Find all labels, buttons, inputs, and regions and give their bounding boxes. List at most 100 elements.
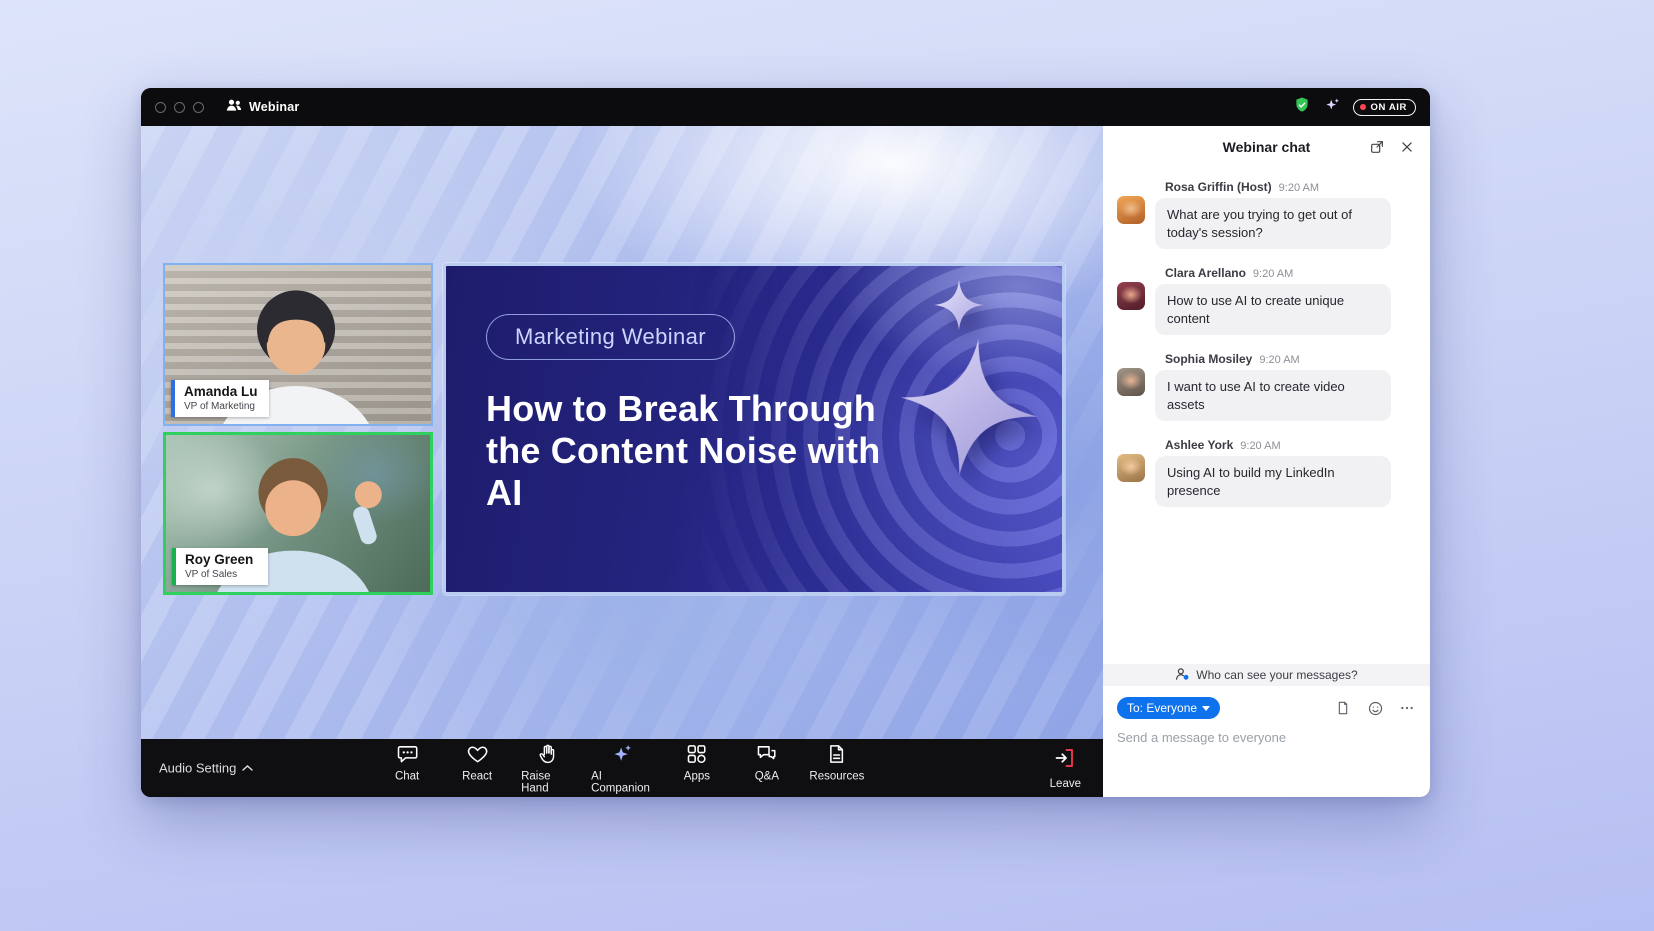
chat-message: Clara Arellano 9:20 AM How to use AI to … bbox=[1117, 266, 1414, 335]
emoji-icon[interactable] bbox=[1366, 699, 1384, 717]
titlebar: Webinar bbox=[141, 88, 1430, 126]
message-author: Ashlee York bbox=[1165, 438, 1233, 452]
chat-message: Sophia Mosiley 9:20 AM I want to use AI … bbox=[1117, 352, 1414, 421]
apps-icon bbox=[685, 742, 708, 766]
speaker-name: Amanda Lu bbox=[184, 384, 258, 400]
message-author: Rosa Griffin (Host) bbox=[1165, 180, 1272, 194]
window-title: Webinar bbox=[249, 100, 300, 114]
chat-message-list: Rosa Griffin (Host) 9:20 AM What are you… bbox=[1103, 168, 1430, 664]
desktop-background: Webinar bbox=[0, 0, 1654, 931]
close-icon[interactable] bbox=[1398, 138, 1416, 156]
ai-companion-titlebar-icon[interactable] bbox=[1323, 96, 1341, 119]
message-bubble: I want to use AI to create video assets bbox=[1155, 370, 1391, 421]
window-zoom-button[interactable] bbox=[193, 102, 204, 113]
app-title-group: Webinar bbox=[226, 98, 300, 117]
avatar-clara-arellano bbox=[1117, 282, 1145, 310]
chat-compose-area: To: Everyone bbox=[1103, 686, 1430, 797]
popout-icon[interactable] bbox=[1368, 138, 1386, 156]
window-body: Amanda Lu VP of Marketing bbox=[141, 126, 1430, 797]
raise-hand-button[interactable]: Raise Hand bbox=[521, 742, 573, 795]
titlebar-right: ON AIR bbox=[1293, 96, 1417, 119]
privacy-person-icon bbox=[1175, 667, 1190, 684]
toolbar-center-group: Chat React bbox=[381, 742, 863, 795]
resources-button[interactable]: Resources bbox=[811, 742, 863, 783]
chat-button[interactable]: Chat bbox=[381, 742, 433, 783]
video-tile-roy-green[interactable]: Roy Green VP of Sales bbox=[163, 432, 433, 595]
avatar-ashlee-york bbox=[1117, 454, 1145, 482]
on-air-badge: ON AIR bbox=[1353, 99, 1417, 116]
window-controls bbox=[155, 102, 204, 113]
window-minimize-button[interactable] bbox=[174, 102, 185, 113]
nametag-amanda: Amanda Lu VP of Marketing bbox=[171, 380, 269, 417]
compose-icons bbox=[1334, 699, 1416, 717]
chat-panel-title: Webinar chat bbox=[1223, 139, 1311, 155]
chat-header: Webinar chat bbox=[1103, 126, 1430, 168]
leave-button[interactable]: Leave bbox=[1050, 746, 1081, 790]
message-time: 9:20 AM bbox=[1279, 182, 1319, 194]
attach-file-icon[interactable] bbox=[1334, 699, 1352, 717]
security-shield-icon[interactable] bbox=[1293, 96, 1311, 119]
privacy-note-text: Who can see your messages? bbox=[1196, 668, 1357, 682]
avatar-rosa-griffin bbox=[1117, 196, 1145, 224]
slide-title: How to Break Through the Content Noise w… bbox=[486, 388, 886, 513]
ai-sparkle-icon bbox=[610, 742, 634, 766]
audio-setting-label: Audio Setting bbox=[159, 761, 236, 776]
audio-setting-button[interactable]: Audio Setting bbox=[159, 761, 253, 776]
raise-hand-label: Raise Hand bbox=[521, 771, 573, 795]
message-bubble: How to use AI to create unique content bbox=[1155, 284, 1391, 335]
on-air-dot bbox=[1360, 104, 1366, 110]
chat-message: Ashlee York 9:20 AM Using AI to build my… bbox=[1117, 438, 1414, 507]
to-everyone-selector[interactable]: To: Everyone bbox=[1117, 697, 1220, 719]
leave-label: Leave bbox=[1050, 778, 1081, 790]
qa-label: Q&A bbox=[755, 771, 779, 783]
react-label: React bbox=[462, 771, 492, 783]
chat-message-input[interactable] bbox=[1117, 730, 1416, 745]
slide-star-decoration-small bbox=[934, 280, 984, 330]
chat-icon bbox=[396, 742, 419, 766]
chat-label: Chat bbox=[395, 771, 419, 783]
message-time: 9:20 AM bbox=[1259, 354, 1299, 366]
resources-icon bbox=[825, 742, 848, 766]
raise-hand-icon bbox=[536, 742, 559, 766]
message-time: 9:20 AM bbox=[1253, 268, 1293, 280]
message-bubble: Using AI to build my LinkedIn presence bbox=[1155, 456, 1391, 507]
heart-icon bbox=[466, 742, 489, 766]
participants-icon bbox=[226, 98, 242, 117]
apps-label: Apps bbox=[684, 771, 710, 783]
main-stage: Amanda Lu VP of Marketing bbox=[141, 126, 1103, 797]
resources-label: Resources bbox=[809, 771, 864, 783]
leave-icon bbox=[1053, 746, 1077, 773]
chat-header-icons bbox=[1368, 126, 1416, 168]
slide-badge: Marketing Webinar bbox=[486, 314, 735, 360]
webinar-chat-panel: Webinar chat bbox=[1103, 126, 1430, 797]
message-time: 9:20 AM bbox=[1240, 440, 1280, 452]
chevron-down-icon bbox=[1202, 706, 1210, 711]
qa-icon bbox=[755, 742, 778, 766]
window-close-button[interactable] bbox=[155, 102, 166, 113]
message-author: Sophia Mosiley bbox=[1165, 352, 1252, 366]
chevron-up-icon bbox=[242, 765, 253, 772]
slide-star-decoration-large bbox=[891, 329, 1047, 485]
speaker-name: Roy Green bbox=[185, 552, 257, 568]
video-area: Amanda Lu VP of Marketing bbox=[141, 126, 1103, 739]
to-everyone-label: To: Everyone bbox=[1127, 701, 1197, 715]
avatar-sophia-mosiley bbox=[1117, 368, 1145, 396]
ai-companion-label: AI Companion bbox=[591, 771, 653, 795]
presentation-slide: Marketing Webinar How to Break Through t… bbox=[443, 263, 1065, 595]
on-air-label: ON AIR bbox=[1371, 102, 1408, 113]
meeting-toolbar: Audio Setting bbox=[141, 739, 1103, 797]
message-author: Clara Arellano bbox=[1165, 266, 1246, 280]
qa-button[interactable]: Q&A bbox=[741, 742, 793, 783]
video-tile-amanda-lu[interactable]: Amanda Lu VP of Marketing bbox=[163, 263, 433, 426]
ai-companion-button[interactable]: AI Companion bbox=[591, 742, 653, 795]
react-button[interactable]: React bbox=[451, 742, 503, 783]
message-bubble: What are you trying to get out of today'… bbox=[1155, 198, 1391, 249]
speaker-role: VP of Marketing bbox=[184, 401, 258, 412]
more-options-icon[interactable] bbox=[1398, 699, 1416, 717]
webinar-window: Webinar bbox=[141, 88, 1430, 797]
nametag-roy: Roy Green VP of Sales bbox=[172, 548, 268, 585]
chat-message: Rosa Griffin (Host) 9:20 AM What are you… bbox=[1117, 180, 1414, 249]
apps-button[interactable]: Apps bbox=[671, 742, 723, 783]
speaker-role: VP of Sales bbox=[185, 569, 257, 580]
chat-privacy-note[interactable]: Who can see your messages? bbox=[1103, 664, 1430, 686]
